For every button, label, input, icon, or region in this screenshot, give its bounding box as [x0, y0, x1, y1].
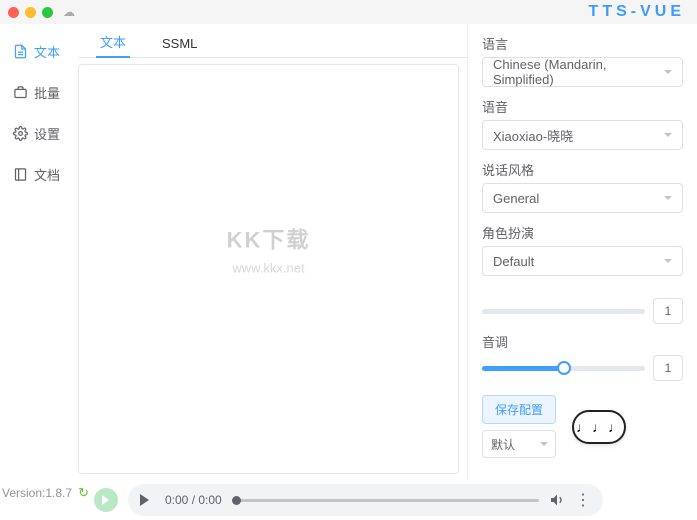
play-button[interactable] [140, 494, 155, 506]
editor-tabs: 文本 SSML [78, 28, 467, 58]
pitch-slider[interactable] [482, 366, 645, 371]
sidebar-item-docs[interactable]: 文档 [0, 155, 73, 194]
box-icon [12, 85, 28, 101]
note-icon: ♩ [608, 419, 622, 435]
window-controls [8, 7, 53, 18]
sidebar: 文本 批量 设置 文档 [0, 24, 74, 480]
gear-icon [12, 126, 28, 142]
style-label: 说话风格 [482, 160, 683, 179]
note-icon: ♩ [576, 419, 590, 435]
app-title: TTS-VUE [589, 3, 685, 21]
sidebar-item-text[interactable]: 文本 [0, 32, 73, 71]
voice-select[interactable]: Xiaoxiao-晓晓 [482, 120, 683, 150]
save-config-button[interactable]: 保存配置 [482, 395, 556, 424]
sidebar-item-label: 文本 [34, 42, 60, 61]
text-editor[interactable]: KK下载 www.kkx.net [78, 64, 459, 474]
language-select[interactable]: Chinese (Mandarin, Simplified) [482, 57, 683, 87]
voice-label: 语音 [482, 97, 683, 116]
book-icon [12, 167, 28, 183]
settings-panel: 语言 Chinese (Mandarin, Simplified) 语音 Xia… [467, 24, 697, 480]
more-icon[interactable]: ⋮ [575, 490, 591, 510]
tab-text[interactable]: 文本 [96, 32, 130, 57]
audio-player: 0:00 / 0:00 ⋮ [128, 484, 603, 516]
play-mini-button[interactable] [94, 488, 118, 512]
sidebar-item-label: 文档 [34, 165, 60, 184]
note-icon: ♩ [592, 419, 606, 435]
sidebar-item-batch[interactable]: 批量 [0, 73, 73, 112]
role-label: 角色扮演 [482, 223, 683, 242]
pitch-value[interactable]: 1 [653, 355, 683, 381]
document-icon [12, 44, 28, 60]
refresh-icon[interactable]: ↻ [78, 485, 89, 501]
minimize-dot[interactable] [25, 7, 36, 18]
time-display: 0:00 / 0:00 [165, 493, 222, 507]
style-select[interactable]: General [482, 183, 683, 213]
main-panel: 文本 SSML KK下载 www.kkx.net [74, 24, 467, 480]
rate-value[interactable]: 1 [653, 298, 683, 324]
sidebar-item-settings[interactable]: 设置 [0, 114, 73, 153]
version-footer: Version:1.8.7 ↻ [2, 485, 89, 501]
generate-button[interactable]: ♩ ♩ ♩ [572, 410, 626, 444]
watermark: KK下载 www.kkx.net [227, 222, 311, 275]
titlebar: ☁ TTS-VUE [0, 0, 697, 24]
preset-select[interactable]: 默认 [482, 430, 556, 458]
zoom-dot[interactable] [42, 7, 53, 18]
sidebar-item-label: 设置 [34, 124, 60, 143]
app-mini-icon: ☁ [63, 5, 75, 19]
player-bar: 0:00 / 0:00 ⋮ [0, 480, 697, 520]
pitch-slider-row: 1 [482, 355, 683, 381]
close-dot[interactable] [8, 7, 19, 18]
pitch-label: 音调 [482, 332, 683, 351]
tab-ssml[interactable]: SSML [158, 36, 201, 57]
language-label: 语言 [482, 34, 683, 53]
rate-slider[interactable] [482, 309, 645, 314]
seek-bar[interactable] [232, 499, 539, 502]
version-text: Version:1.8.7 [2, 486, 72, 500]
sidebar-item-label: 批量 [34, 83, 60, 102]
role-select[interactable]: Default [482, 246, 683, 276]
rate-slider-row: 1 [482, 298, 683, 324]
volume-icon[interactable] [549, 492, 565, 508]
